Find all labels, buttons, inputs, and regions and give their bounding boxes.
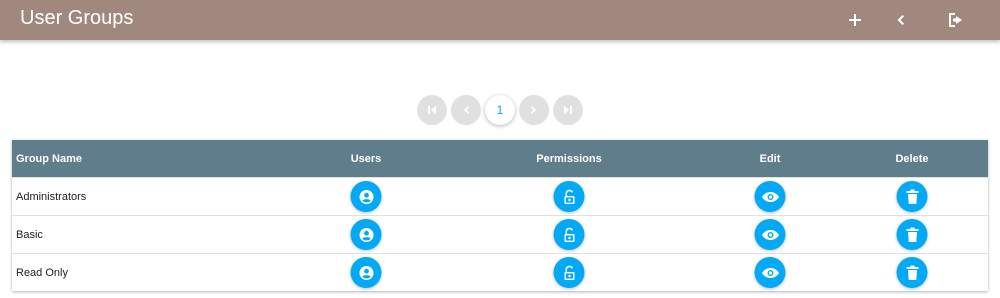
account-circle-icon bbox=[359, 189, 373, 204]
users-button[interactable] bbox=[350, 181, 382, 212]
table-header: Group Name Users Permissions Edit Delete bbox=[12, 140, 988, 177]
page-1-button[interactable]: 1 bbox=[485, 95, 515, 125]
edit-button[interactable] bbox=[754, 257, 786, 288]
group-name-cell: Administrators bbox=[16, 190, 87, 203]
table-row: Basic bbox=[12, 215, 988, 253]
table-row: Administrators bbox=[12, 177, 988, 215]
column-header-delete: Delete bbox=[895, 152, 929, 165]
account-circle-icon bbox=[359, 265, 373, 280]
group-name-cell: Read Only bbox=[16, 266, 68, 279]
edit-button[interactable] bbox=[754, 219, 786, 250]
permissions-button[interactable] bbox=[553, 181, 585, 212]
lock-open-icon bbox=[564, 265, 574, 280]
eye-icon bbox=[761, 191, 779, 202]
pagination: 1 bbox=[417, 95, 583, 125]
trash-icon bbox=[906, 265, 918, 280]
first-page-button[interactable] bbox=[417, 95, 447, 125]
column-header-edit: Edit bbox=[759, 152, 781, 165]
logout-icon bbox=[949, 13, 962, 27]
edit-button[interactable] bbox=[754, 181, 786, 212]
logout-button[interactable] bbox=[943, 8, 969, 32]
column-header-users: Users bbox=[350, 152, 382, 165]
trash-icon bbox=[906, 189, 918, 204]
delete-button[interactable] bbox=[896, 219, 928, 250]
account-circle-icon bbox=[359, 227, 373, 242]
last-page-icon bbox=[564, 106, 572, 114]
eye-icon bbox=[761, 267, 779, 278]
users-button[interactable] bbox=[350, 219, 382, 250]
previous-page-button[interactable] bbox=[451, 95, 481, 125]
permissions-button[interactable] bbox=[553, 257, 585, 288]
column-header-permissions: Permissions bbox=[536, 152, 602, 165]
app-toolbar: User Groups bbox=[0, 0, 1000, 40]
page-title: User Groups bbox=[20, 7, 134, 29]
permissions-button[interactable] bbox=[553, 219, 585, 250]
chevron-left-icon bbox=[897, 15, 904, 25]
table-row: Read Only bbox=[12, 253, 988, 291]
lock-open-icon bbox=[564, 189, 574, 204]
back-button[interactable] bbox=[887, 8, 913, 32]
user-groups-table: Group Name Users Permissions Edit Delete… bbox=[12, 140, 988, 291]
add-icon bbox=[849, 14, 861, 26]
lock-open-icon bbox=[564, 227, 574, 242]
add-group-button[interactable] bbox=[842, 8, 868, 32]
chevron-left-icon bbox=[464, 106, 470, 114]
first-page-icon bbox=[428, 106, 436, 114]
last-page-button[interactable] bbox=[553, 95, 583, 125]
users-button[interactable] bbox=[350, 257, 382, 288]
chevron-right-icon bbox=[530, 106, 536, 114]
delete-button[interactable] bbox=[896, 257, 928, 288]
eye-icon bbox=[761, 229, 779, 240]
next-page-button[interactable] bbox=[519, 95, 549, 125]
delete-button[interactable] bbox=[896, 181, 928, 212]
group-name-cell: Basic bbox=[16, 228, 43, 241]
trash-icon bbox=[906, 227, 918, 242]
column-header-group-name: Group Name bbox=[16, 152, 83, 165]
